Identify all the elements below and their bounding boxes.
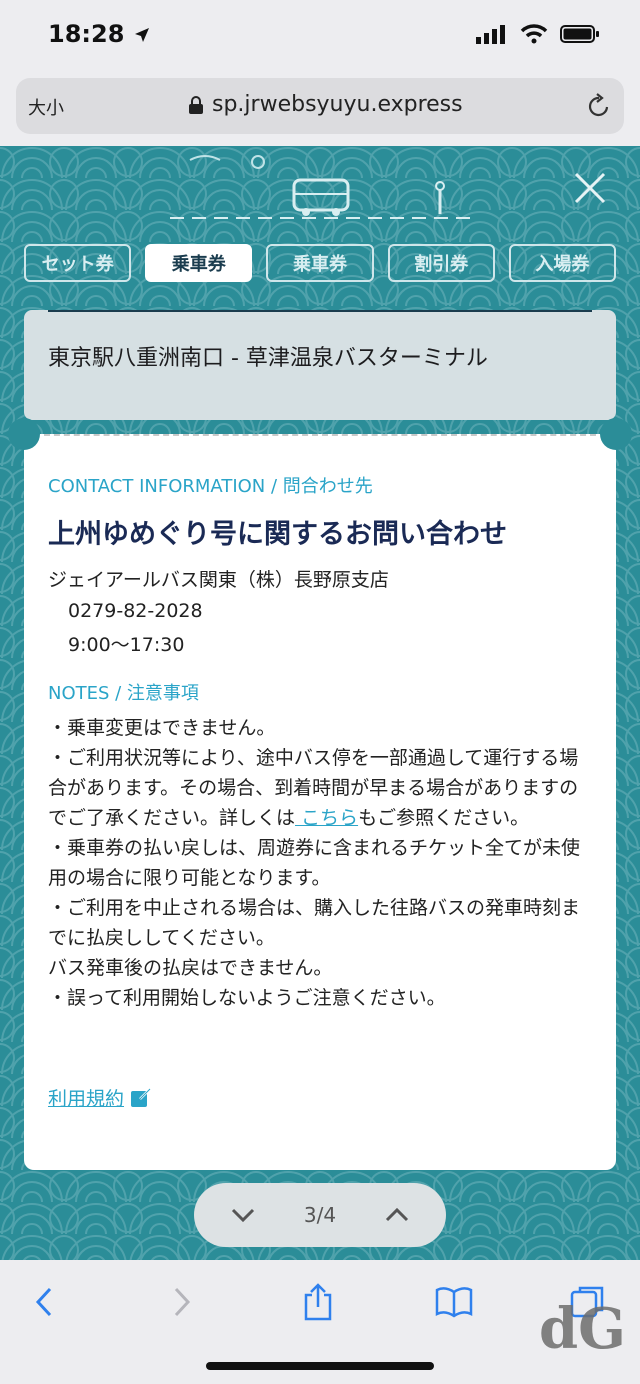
contact-section-label: CONTACT INFORMATION / 問合わせ先 <box>48 476 373 497</box>
ticket-notch-left <box>8 418 40 450</box>
home-indicator[interactable] <box>206 1362 434 1370</box>
ticket-detail-card: CONTACT INFORMATION / 問合わせ先 上州ゆめぐり号に関するお… <box>8 418 632 1170</box>
external-link-icon <box>131 1087 152 1107</box>
ticket-notch-right <box>600 418 632 450</box>
share-icon <box>304 1283 332 1321</box>
bookmarks-button[interactable] <box>434 1282 474 1322</box>
share-button[interactable] <box>298 1282 338 1322</box>
contact-title: 上州ゆめぐり号に関するお問い合わせ <box>48 519 507 550</box>
reload-icon[interactable] <box>586 92 612 120</box>
watermark-logo: dG <box>539 1296 626 1362</box>
chevron-right-icon <box>174 1287 191 1317</box>
tab-admission-ticket[interactable]: 入場券 <box>508 244 617 282</box>
close-icon[interactable] <box>570 168 610 208</box>
chevron-down-icon[interactable] <box>230 1206 256 1224</box>
details-link[interactable]: こちら <box>295 807 358 829</box>
chevron-left-icon <box>35 1287 52 1317</box>
url-display[interactable]: sp.jrwebsyuyu.express <box>188 92 463 117</box>
page-count: 3/4 <box>303 1203 337 1227</box>
address-bar[interactable]: 大小 sp.jrwebsyuyu.express <box>16 78 624 134</box>
location-arrow-icon <box>134 28 149 42</box>
tab-boarding-ticket-1[interactable]: 乗車券 <box>145 244 253 282</box>
contact-hours: 9:00〜17:30 <box>68 634 185 656</box>
status-time: 18:28 <box>48 20 151 48</box>
ticket-tabs: セット券 乗車券 乗車券 割引券 入場券 <box>24 244 617 282</box>
perforation-line <box>44 434 596 436</box>
note-item: ・誤って利用開始しないようご注意ください。 <box>48 987 446 1009</box>
url-text: sp.jrwebsyuyu.express <box>212 92 463 117</box>
note-item: ・ご利用状況等により、途中バス停を一部通過して運行する場合があります。その場合、… <box>48 743 592 833</box>
note-text: もご参照ください。 <box>358 807 530 829</box>
status-icons <box>476 24 600 44</box>
chevron-up-icon[interactable] <box>384 1206 410 1224</box>
signal-icon <box>476 25 505 44</box>
status-time-text: 18:28 <box>48 20 125 48</box>
back-button[interactable] <box>24 1282 64 1322</box>
tab-set-ticket[interactable]: セット券 <box>24 244 132 282</box>
notes-section-label: NOTES / 注意事項 <box>48 683 199 704</box>
tab-discount-ticket[interactable]: 割引券 <box>387 244 495 282</box>
battery-icon <box>560 25 599 43</box>
lock-icon <box>189 95 203 114</box>
contact-company: ジェイアールバス関東（株）長野原支店 <box>48 569 389 591</box>
route-card: 東京駅八重洲南口 - 草津温泉バスターミナル <box>24 310 616 420</box>
address-bar-container: 大小 sp.jrwebsyuyu.express <box>0 72 640 146</box>
page-navigator: 3/4 <box>194 1183 446 1247</box>
note-item: バス発車後の払戻はできません。 <box>48 957 333 979</box>
web-page: セット券 乗車券 乗車券 割引券 入場券 東京駅八重洲南口 - 草津温泉バスター… <box>0 146 640 1260</box>
contact-phone[interactable]: 0279-82-2028 <box>68 600 592 622</box>
book-icon <box>435 1287 473 1318</box>
bus-illustration-icon <box>170 155 470 219</box>
text-size-button[interactable]: 大小 <box>28 94 64 120</box>
forward-button[interactable] <box>162 1282 202 1322</box>
card-content: CONTACT INFORMATION / 問合わせ先 上州ゆめぐり号に関するお… <box>48 472 592 1013</box>
note-item: ・乗車券の払い戻しは、周遊券に含まれるチケット全てが未使用の場合に限り可能となり… <box>48 837 581 889</box>
tab-boarding-ticket-2[interactable]: 乗車券 <box>266 244 374 282</box>
note-item: ・ご利用を中止される場合は、購入した往路バスの発車時刻までに払戻ししてください。 <box>48 897 581 949</box>
terms-link[interactable]: 利用規約 <box>48 1084 152 1111</box>
terms-label: 利用規約 <box>48 1088 125 1110</box>
wifi-icon <box>520 24 548 44</box>
divider <box>48 310 592 312</box>
status-bar: 18:28 <box>0 0 640 72</box>
note-item: ・乗車変更はできません。 <box>48 717 276 739</box>
route-title: 東京駅八重洲南口 - 草津温泉バスターミナル <box>48 346 488 371</box>
notes-list: ・乗車変更はできません。 ・ご利用状況等により、途中バス停を一部通過して運行する… <box>48 713 592 1013</box>
